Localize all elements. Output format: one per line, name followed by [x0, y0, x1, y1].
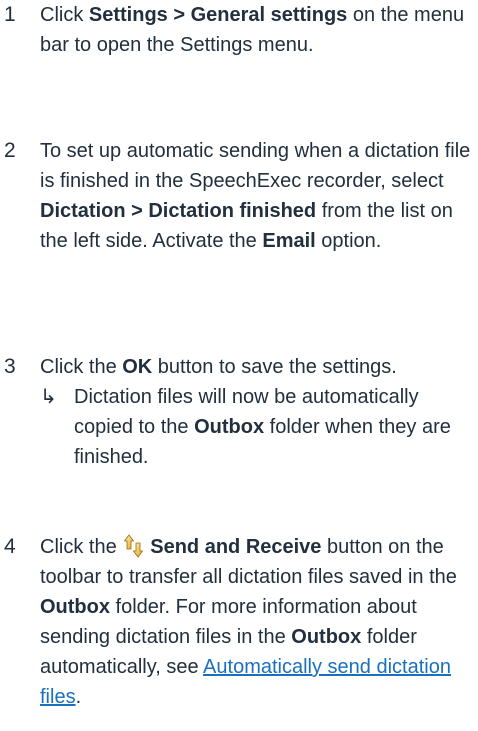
step-text: To set up automatic sending when a dicta…	[40, 136, 476, 256]
step-text-span: button to save the settings.	[152, 356, 397, 378]
result-arrow-icon: ↳	[40, 386, 57, 408]
menu-path: Dictation > Dictation finished	[40, 200, 317, 222]
step-text: Click the OK button to save the settings…	[40, 352, 476, 472]
step-result: ↳ Dictation files will now be automatical…	[40, 382, 476, 472]
step-text-span: Click the	[40, 356, 123, 378]
button-name: Send and Receive	[150, 536, 322, 558]
step-instruction: Click the OK button to save the settings…	[40, 352, 476, 382]
instructions-page: 1 Click Settings > General settings on t…	[0, 0, 478, 731]
send-receive-icon	[123, 534, 144, 558]
folder-name: Outbox	[194, 416, 265, 438]
step-text: Click the Send and Receive button on the…	[40, 532, 476, 712]
step-number: 1	[4, 3, 16, 26]
button-name: OK	[122, 356, 153, 378]
folder-name: Outbox	[291, 626, 362, 648]
step-text-span: option.	[315, 230, 382, 252]
menu-path: Settings > General settings	[88, 4, 348, 26]
step-number: 3	[4, 355, 16, 378]
step-text-span: To set up automatic sending when a dicta…	[40, 140, 471, 192]
step-text-span: Click	[40, 4, 89, 26]
step-text: Click Settings > General settings on the…	[40, 0, 476, 60]
step-number: 2	[4, 139, 16, 162]
step-text-span: .	[75, 686, 82, 708]
option-name: Email	[262, 230, 316, 252]
step-text-span: Click the	[40, 536, 123, 558]
step-number: 4	[4, 535, 16, 558]
folder-name: Outbox	[40, 596, 110, 618]
